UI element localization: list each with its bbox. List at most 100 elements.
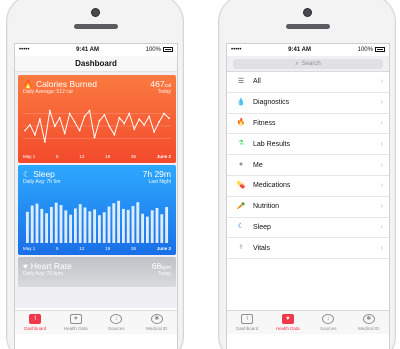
sleep-bar bbox=[83, 207, 87, 243]
sleep-bar bbox=[112, 203, 116, 243]
carrot-icon: 🥕 bbox=[236, 202, 246, 210]
x-tick-label: 5 bbox=[56, 246, 59, 251]
heart-rate-value: 68bpm bbox=[151, 261, 171, 271]
tab-dashboard[interactable]: ⌇ Dashboard bbox=[15, 311, 56, 334]
calories-point bbox=[43, 141, 46, 143]
sleep-bar bbox=[160, 214, 164, 243]
sleep-when: Last Night bbox=[148, 179, 171, 185]
category-row-all[interactable]: ☰ All › bbox=[227, 72, 389, 93]
calories-point bbox=[53, 125, 56, 128]
sleep-bar bbox=[45, 213, 49, 243]
tab-bar: ⌇ Dashboard ♥ Health Data ↓ Sources ✱ Medica… bbox=[227, 310, 389, 334]
calories-point bbox=[48, 109, 51, 112]
x-tick-label: 19 bbox=[105, 154, 111, 159]
tab-medical-id[interactable]: ✱ Medical ID bbox=[137, 311, 178, 334]
flame-icon: 🔥 bbox=[23, 80, 33, 89]
health-data-icon: ♥ bbox=[281, 314, 294, 324]
category-label: Medications bbox=[253, 182, 291, 190]
chevron-right-icon: › bbox=[380, 244, 383, 252]
calories-point bbox=[38, 118, 41, 121]
dashboard-cards[interactable]: 🔥 Calories Burned Daily Average: 512 cal … bbox=[15, 72, 177, 308]
sleep-bar bbox=[97, 215, 101, 243]
category-label: Diagnostics bbox=[253, 99, 290, 107]
camera bbox=[91, 8, 100, 17]
sleep-bar bbox=[93, 209, 97, 243]
tab-sources[interactable]: ↓ Sources bbox=[308, 311, 349, 334]
calories-point bbox=[123, 122, 126, 125]
chevron-right-icon: › bbox=[380, 140, 383, 148]
calories-point bbox=[158, 121, 160, 123]
left-phone: ••••• 9:41 AM 100% Dashboard 🔥 Calories B… bbox=[6, 0, 184, 349]
sleep-bar bbox=[121, 208, 125, 243]
sleep-title: ☾ Sleep bbox=[23, 169, 55, 179]
heart-rate-when: Today bbox=[157, 271, 171, 277]
sleep-bar bbox=[54, 202, 58, 243]
calories-point bbox=[113, 133, 116, 136]
category-row-nutrition[interactable]: 🥕 Nutrition › bbox=[227, 197, 389, 218]
calories-x-labels: May 1 5 12 19 26 June 2 bbox=[23, 154, 171, 160]
chevron-right-icon: › bbox=[380, 203, 383, 211]
heart-rate-title: ♥ Heart Rate bbox=[23, 261, 72, 271]
drop-icon: 💧 bbox=[236, 98, 246, 106]
sleep-bar bbox=[25, 211, 29, 243]
tab-sources[interactable]: ↓ Sources bbox=[96, 311, 137, 334]
calories-point bbox=[163, 112, 165, 115]
category-label: Fitness bbox=[253, 119, 276, 127]
x-tick-label: June 2 bbox=[156, 154, 171, 159]
sleep-bar-chart bbox=[25, 200, 169, 243]
calories-when: Today bbox=[157, 89, 171, 95]
stethoscope-icon: ⚕ bbox=[239, 244, 243, 252]
category-row-sleep[interactable]: ☾ Sleep › bbox=[227, 218, 389, 239]
pill-icon: 💊 bbox=[236, 181, 246, 189]
x-tick-label: 26 bbox=[130, 154, 136, 159]
calories-series-line bbox=[24, 109, 170, 143]
status-time: 9:41 AM bbox=[76, 47, 99, 53]
category-list: ☰ All › 💧 Diagnostics › 🔥 Fitness › ⚗ Lab Results ›… bbox=[227, 72, 389, 260]
heart-rate-card[interactable]: ♥ Heart Rate Daily Avg: 70 bpm 68bpm Toda… bbox=[18, 257, 176, 287]
calories-point bbox=[88, 109, 91, 112]
x-tick-label: 12 bbox=[79, 154, 85, 159]
category-row-lab-results[interactable]: ⚗ Lab Results › bbox=[227, 134, 389, 156]
dashboard-screen: ••••• 9:41 AM 100% Dashboard 🔥 Calories B… bbox=[14, 43, 178, 349]
chevron-right-icon: › bbox=[380, 182, 383, 190]
calories-point bbox=[108, 125, 111, 128]
page-title: Dashboard bbox=[15, 56, 177, 72]
person-icon: ● bbox=[238, 161, 244, 169]
status-bar: ••••• 9:41 AM 100% bbox=[227, 44, 389, 56]
calories-point bbox=[73, 121, 76, 123]
calories-point bbox=[34, 133, 36, 136]
tab-health-data[interactable]: ♥ Health Data bbox=[56, 311, 97, 334]
list-icon: ☰ bbox=[237, 77, 245, 85]
flask-icon: ⚗ bbox=[237, 140, 245, 148]
category-row-me[interactable]: ● Me › bbox=[227, 155, 389, 176]
category-label: Sleep bbox=[253, 223, 271, 231]
tab-health-data[interactable]: ♥ Health Data bbox=[268, 311, 309, 334]
dashboard-icon: ⌇ bbox=[29, 314, 42, 324]
calories-value: 467cal bbox=[150, 79, 171, 89]
sleep-bar bbox=[35, 203, 39, 243]
chevron-right-icon: › bbox=[380, 99, 383, 107]
carrier-signal: ••••• bbox=[231, 47, 242, 53]
sleep-bar bbox=[141, 213, 145, 243]
search-input[interactable]: ⌕ Search bbox=[233, 59, 383, 69]
calories-card[interactable]: 🔥 Calories Burned Daily Average: 512 cal … bbox=[18, 75, 176, 163]
calories-point bbox=[133, 128, 136, 131]
sleep-card[interactable]: ☾ Sleep Daily Avg: 7h 5m 7h 29m Last Nigh… bbox=[18, 165, 176, 255]
category-row-vitals[interactable]: ⚕ Vitals › bbox=[227, 238, 389, 260]
category-row-medications[interactable]: 💊 Medications › bbox=[227, 176, 389, 197]
calories-point bbox=[68, 112, 71, 115]
x-tick-label: 19 bbox=[105, 246, 111, 251]
tab-dashboard[interactable]: ⌇ Dashboard bbox=[227, 311, 268, 334]
moon-icon: ☾ bbox=[237, 223, 245, 231]
sleep-bar bbox=[131, 206, 135, 243]
calories-subtitle: Daily Average: 512 cal bbox=[23, 89, 73, 95]
sleep-bar bbox=[59, 205, 63, 243]
tab-medical-id[interactable]: ✱ Medical ID bbox=[349, 311, 390, 334]
sleep-value: 7h 29m bbox=[142, 169, 171, 179]
x-tick-label: May 1 bbox=[23, 154, 36, 159]
speaker bbox=[74, 24, 118, 29]
calories-title: 🔥 Calories Burned bbox=[23, 79, 97, 89]
category-row-fitness[interactable]: 🔥 Fitness › bbox=[227, 114, 389, 135]
category-row-diagnostics[interactable]: 💧 Diagnostics › bbox=[227, 93, 389, 114]
sleep-bar bbox=[150, 210, 154, 243]
